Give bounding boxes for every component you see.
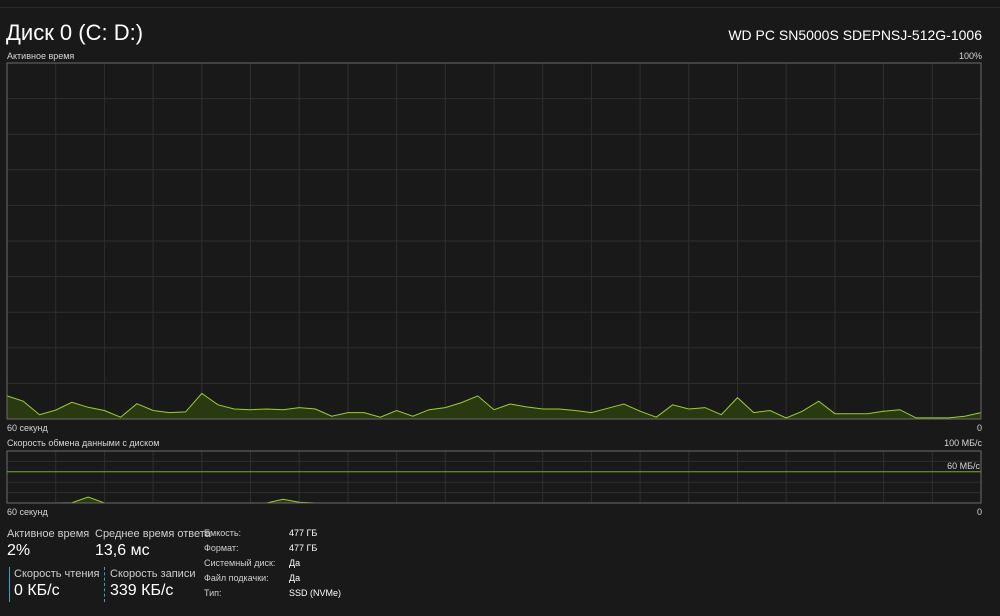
- page-file-label: Файл подкачки:: [204, 573, 269, 583]
- disk-type-label: Тип:: [204, 588, 222, 598]
- page-file-value: Да: [289, 573, 301, 583]
- transfer-rate-chart: [6, 450, 982, 504]
- response-time-value: 13,6 мс: [95, 542, 150, 559]
- format-label: Формат:: [204, 543, 239, 553]
- read-speed-label: Скорость чтения: [14, 568, 100, 580]
- write-speed-indicator: [104, 567, 105, 602]
- capacity-value: 477 ГБ: [289, 528, 318, 538]
- active-time-label: Активное время: [7, 528, 90, 540]
- write-speed-value: 339 КБ/с: [110, 582, 174, 599]
- system-disk-value: Да: [289, 558, 301, 568]
- format-value: 477 ГБ: [289, 543, 318, 553]
- read-speed-indicator: [9, 567, 10, 602]
- capacity-label: Емкость:: [204, 528, 242, 538]
- read-speed-value: 0 КБ/с: [14, 582, 60, 599]
- response-time-label: Среднее время ответа: [95, 528, 211, 540]
- active-time-value: 2%: [7, 542, 31, 559]
- write-speed-label: Скорость записи: [110, 568, 196, 580]
- transfer-chart-time: 60 секунд: [7, 507, 48, 517]
- transfer-chart-ref: 60 МБ/с: [947, 461, 980, 471]
- disk-type-value: SSD (NVMe): [289, 588, 342, 598]
- transfer-chart-min: 0: [976, 507, 982, 517]
- system-disk-label: Системный диск:: [204, 558, 276, 568]
